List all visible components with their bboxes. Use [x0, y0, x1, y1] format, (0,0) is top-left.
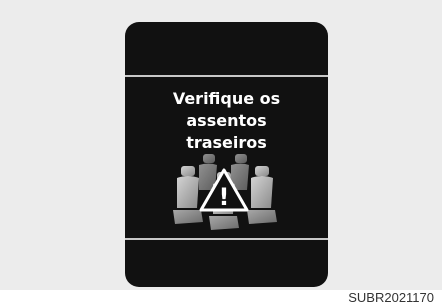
figure-panel: Verifique os assentos traseiros !: [0, 0, 442, 290]
bottom-divider: [125, 238, 328, 240]
seat-right: [247, 166, 277, 224]
warning-exclamation: !: [219, 183, 230, 211]
cluster-display: Verifique os assentos traseiros !: [125, 22, 328, 287]
figure-code: SUBR2021170: [348, 290, 434, 305]
rear-seats-warning-icon: !: [173, 154, 277, 230]
seat-left: [173, 166, 203, 224]
warning-message: Verifique os assentos traseiros: [125, 88, 328, 154]
message-line-2: assentos: [186, 111, 267, 130]
message-line-1: Verifique os: [172, 89, 281, 108]
top-divider: [125, 75, 328, 77]
